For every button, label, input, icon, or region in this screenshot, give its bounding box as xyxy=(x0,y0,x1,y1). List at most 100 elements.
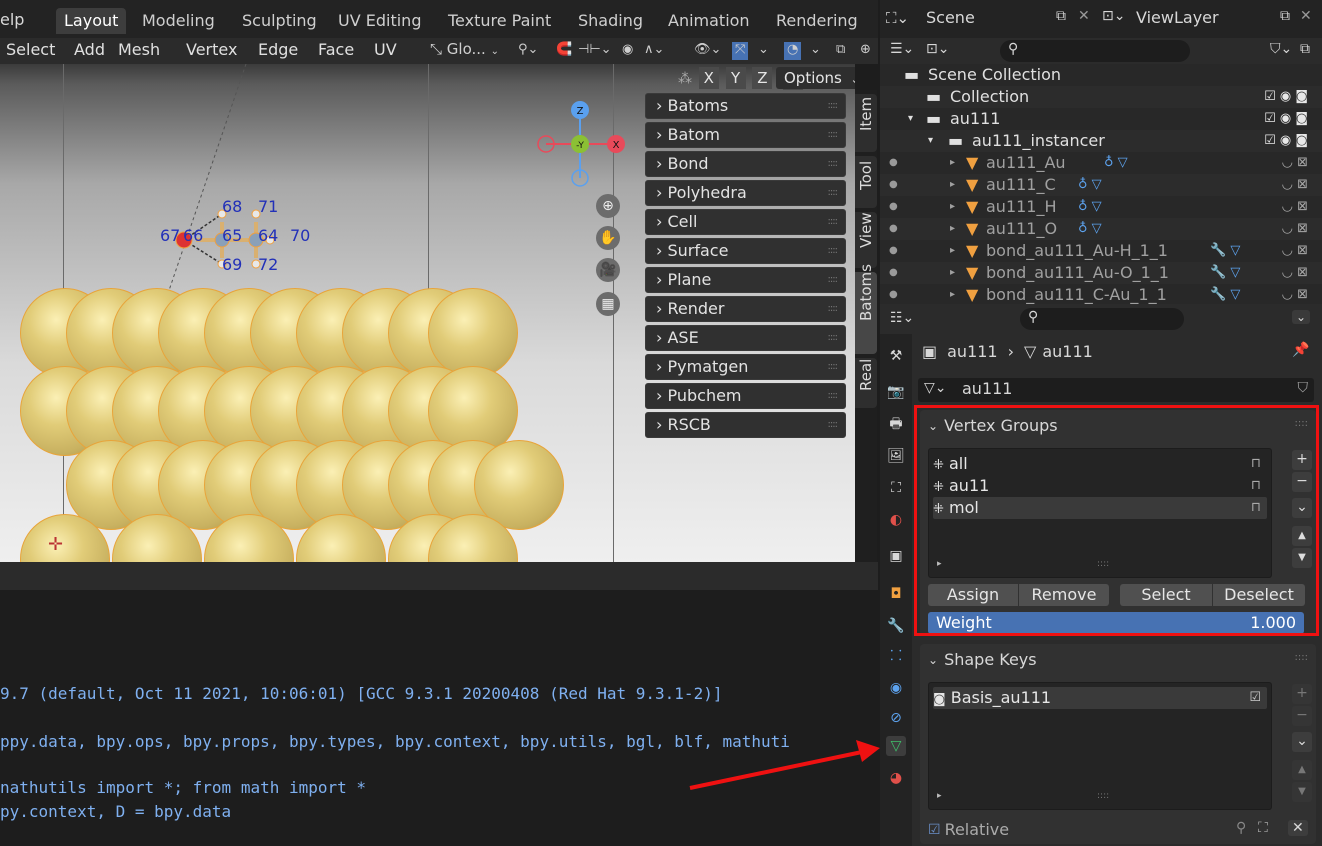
filter-dropdown[interactable]: ⛉⌄ xyxy=(1270,41,1292,57)
display-mode-dropdown[interactable]: ☰⌄ xyxy=(890,41,914,57)
mute-checkbox-icon[interactable]: ☑ xyxy=(1249,687,1261,709)
mirror-x-toggle[interactable]: X xyxy=(698,67,719,89)
expand-icon[interactable]: ▸ xyxy=(950,152,955,174)
view-layer-tab-icon[interactable]: 🖼 xyxy=(886,446,906,466)
panel-rscb[interactable]: › RSCB:::: xyxy=(645,412,846,438)
visibility-icons[interactable]: ◡ ⊠ xyxy=(1282,196,1308,218)
expand-icon[interactable]: ▸ xyxy=(950,174,955,196)
visibility-dropdown[interactable]: 👁⌄ xyxy=(694,42,721,60)
mesh-data-selector[interactable]: ▽⌄ au111 ⛉ xyxy=(918,378,1314,402)
tree-row[interactable]: ▾ ▬ au111 ☑ ◉ ◙ xyxy=(880,108,1322,130)
vertex-menu[interactable]: Vertex xyxy=(186,40,237,59)
filter-icon[interactable]: ⊡⌄ xyxy=(926,41,949,57)
help-menu[interactable]: elp xyxy=(0,10,24,29)
visibility-icons[interactable]: ☑ ◉ ◙ xyxy=(1264,86,1308,108)
shape-key-specials-button[interactable]: ⌄ xyxy=(1292,732,1312,752)
output-tab-icon[interactable]: 🖶 xyxy=(886,414,906,434)
drag-handle-icon[interactable]: :::: xyxy=(828,152,839,176)
tree-row[interactable]: ● ▸ ▼ au111_C ♁ ▽ ◡ ⊠ xyxy=(880,174,1322,196)
visibility-icons[interactable]: ◡ ⊠ xyxy=(1282,240,1308,262)
tab-texture-paint[interactable]: Texture Paint xyxy=(440,8,559,34)
proportional-falloff-dropdown[interactable]: ∧⌄ xyxy=(644,42,664,60)
drag-handle-icon[interactable]: :::: xyxy=(828,181,839,205)
tab-animation[interactable]: Animation xyxy=(660,8,758,34)
transform-orientation-dropdown[interactable]: ⤡ Glo... ⌄ xyxy=(430,40,499,58)
uv-menu[interactable]: UV xyxy=(374,40,397,59)
visibility-icons[interactable]: ◡ ⊠ xyxy=(1282,262,1308,284)
drag-handle-icon[interactable]: :::: xyxy=(828,94,839,118)
drag-handle-icon[interactable]: :::: xyxy=(1295,652,1308,663)
add-menu[interactable]: Add xyxy=(74,40,105,59)
overlays-dropdown[interactable]: ⌄ xyxy=(810,42,821,60)
drag-handle-icon[interactable]: :::: xyxy=(828,123,839,147)
visibility-icons[interactable]: ◡ ⊠ xyxy=(1282,152,1308,174)
visibility-icons[interactable]: ◡ ⊠ xyxy=(1282,284,1308,304)
panel-pymatgen[interactable]: › Pymatgen:::: xyxy=(645,354,846,380)
tab-shading[interactable]: Shading xyxy=(570,8,651,34)
snap-toggle[interactable]: 🧲 xyxy=(556,42,572,60)
panel-header[interactable]: ⌄ Shape Keys xyxy=(928,650,1037,669)
shape-key-list[interactable]: ◙ Basis_au111 ☑ ▸ :::: xyxy=(928,682,1272,810)
panel-batom[interactable]: › Batom:::: xyxy=(645,122,846,148)
outliner-tree[interactable]: ▬ Scene Collection ▬ Collection ☑ ◉ ◙ ▾ … xyxy=(880,64,1322,304)
new-layer-icon[interactable]: ⧉ xyxy=(1280,8,1290,24)
options-dropdown[interactable]: Options ⌄ xyxy=(776,67,855,89)
tree-row[interactable]: ● ▸ ▼ bond_au111_Au-H_1_1 🔧 ▽ ◡ ⊠ xyxy=(880,240,1322,262)
constraint-tab-icon[interactable]: ⊘ xyxy=(886,708,906,728)
new-collection-icon[interactable]: ⧉ xyxy=(1300,41,1310,57)
scene-tab-icon[interactable]: ⛶ xyxy=(886,478,906,498)
tab-tool[interactable]: Tool xyxy=(855,156,877,208)
properties-search-input[interactable]: ⚲ xyxy=(1020,308,1184,330)
drag-handle-icon[interactable]: :::: xyxy=(828,268,839,292)
drag-handle-icon[interactable]: :::: xyxy=(828,239,839,263)
panel-ase[interactable]: › ASE:::: xyxy=(645,325,846,351)
proportional-edit-toggle[interactable]: ◉ xyxy=(622,42,633,60)
render-tab-icon[interactable]: 📷 xyxy=(886,382,906,402)
pin-icon[interactable]: 📌 xyxy=(1292,342,1309,358)
overlays-toggle[interactable]: ◔ xyxy=(784,42,802,60)
material-tab-icon[interactable]: ◕ xyxy=(886,768,906,788)
mesh-data-tab-icon[interactable]: ▽ xyxy=(886,736,906,756)
panel-render[interactable]: › Render:::: xyxy=(645,296,846,322)
expand-icon[interactable]: ▾ xyxy=(928,130,933,152)
tab-view[interactable]: View xyxy=(855,212,877,268)
tree-row[interactable]: ● ▸ ▼ bond_au111_Au-O_1_1 🔧 ▽ ◡ ⊠ xyxy=(880,262,1322,284)
list-item[interactable]: ◙ Basis_au111 ☑ xyxy=(933,687,1267,709)
panel-batoms[interactable]: › Batoms:::: xyxy=(645,93,846,119)
visibility-icons[interactable]: ◡ ⊠ xyxy=(1282,218,1308,240)
object-tab-icon[interactable]: ◘ xyxy=(886,584,906,604)
drag-handle-icon[interactable]: :::: xyxy=(828,297,839,321)
gizmo-toggle[interactable]: ⤧ xyxy=(732,42,749,60)
tab-batoms[interactable]: Batoms xyxy=(855,264,877,354)
tab-item[interactable]: Item xyxy=(855,94,877,152)
drag-handle-icon[interactable]: :::: xyxy=(828,355,839,379)
visibility-icons[interactable]: ◡ ⊠ xyxy=(1282,174,1308,196)
panel-bond[interactable]: › Bond:::: xyxy=(645,151,846,177)
expand-icon[interactable]: ▸ xyxy=(950,240,955,262)
tab-real[interactable]: Real xyxy=(855,358,877,408)
shading-wireframe-button[interactable]: ⊕ xyxy=(860,42,871,60)
3d-viewport[interactable]: 68 71 67 66 65 64 70 69 72 ✛ ⁂ X Y Z Opt… xyxy=(0,64,855,562)
panel-cell[interactable]: › Cell:::: xyxy=(645,209,846,235)
view-layer-icon[interactable]: ⊡⌄ xyxy=(1102,8,1125,24)
tool-tab-icon[interactable]: ⚒ xyxy=(886,346,906,366)
select-menu[interactable]: Select xyxy=(6,40,55,59)
pin-icon[interactable]: ⚲ xyxy=(1236,820,1246,836)
drag-handle-icon[interactable]: :::: xyxy=(828,326,839,350)
tab-layout[interactable]: Layout xyxy=(56,8,127,34)
scene-name[interactable]: Scene xyxy=(926,8,975,27)
new-scene-icon[interactable]: ⧉ xyxy=(1056,8,1066,24)
tree-row[interactable]: ● ▸ ▼ au111_O ♁ ▽ ◡ ⊠ xyxy=(880,218,1322,240)
world-tab-icon[interactable]: ◐ xyxy=(886,510,906,530)
expand-icon[interactable]: ▸ xyxy=(950,196,955,218)
mirror-z-toggle[interactable]: Z xyxy=(752,67,773,89)
pivot-dropdown[interactable]: ⚲⌄ xyxy=(518,42,538,60)
resize-handle-icon[interactable]: :::: xyxy=(1097,791,1109,801)
tab-modeling[interactable]: Modeling xyxy=(134,8,223,34)
fake-user-shield-icon[interactable]: ⛉ xyxy=(1298,380,1309,396)
grid-icon[interactable]: ▦ xyxy=(596,292,620,316)
navigation-gizmo[interactable]: Z X -Y xyxy=(534,98,634,188)
expand-icon[interactable]: ▾ xyxy=(908,108,913,130)
edit-mode-icon[interactable]: ⛶ xyxy=(1258,820,1268,836)
panel-pubchem[interactable]: › Pubchem:::: xyxy=(645,383,846,409)
